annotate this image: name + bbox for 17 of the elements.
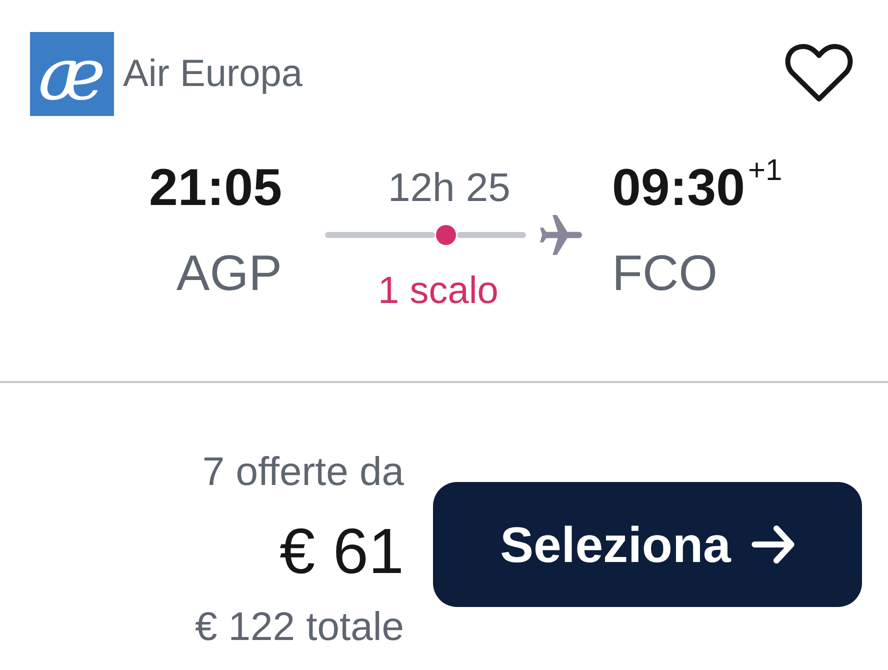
arrival-time: 09:30 [612,158,745,219]
day-offset: +1 [748,154,782,188]
airline-logo: æ [30,32,114,116]
total-price: € 122 totale [194,604,404,651]
flight-duration: 12h 25 [388,165,510,212]
stops-count: 1 scalo [378,269,498,314]
airline-name: Air Europa [123,52,303,96]
departure-airport: AGP [176,244,282,303]
departure-time: 21:05 [149,158,282,219]
arrow-right-icon [750,525,795,564]
airplane-icon [540,215,582,255]
heart-icon[interactable] [783,42,855,104]
price-amount: € 61 [279,516,404,586]
stop-dot-icon [436,225,456,245]
offers-count: 7 offerte da [202,449,404,496]
arrival-airport: FCO [612,244,718,303]
select-button[interactable]: Seleziona [433,482,862,607]
